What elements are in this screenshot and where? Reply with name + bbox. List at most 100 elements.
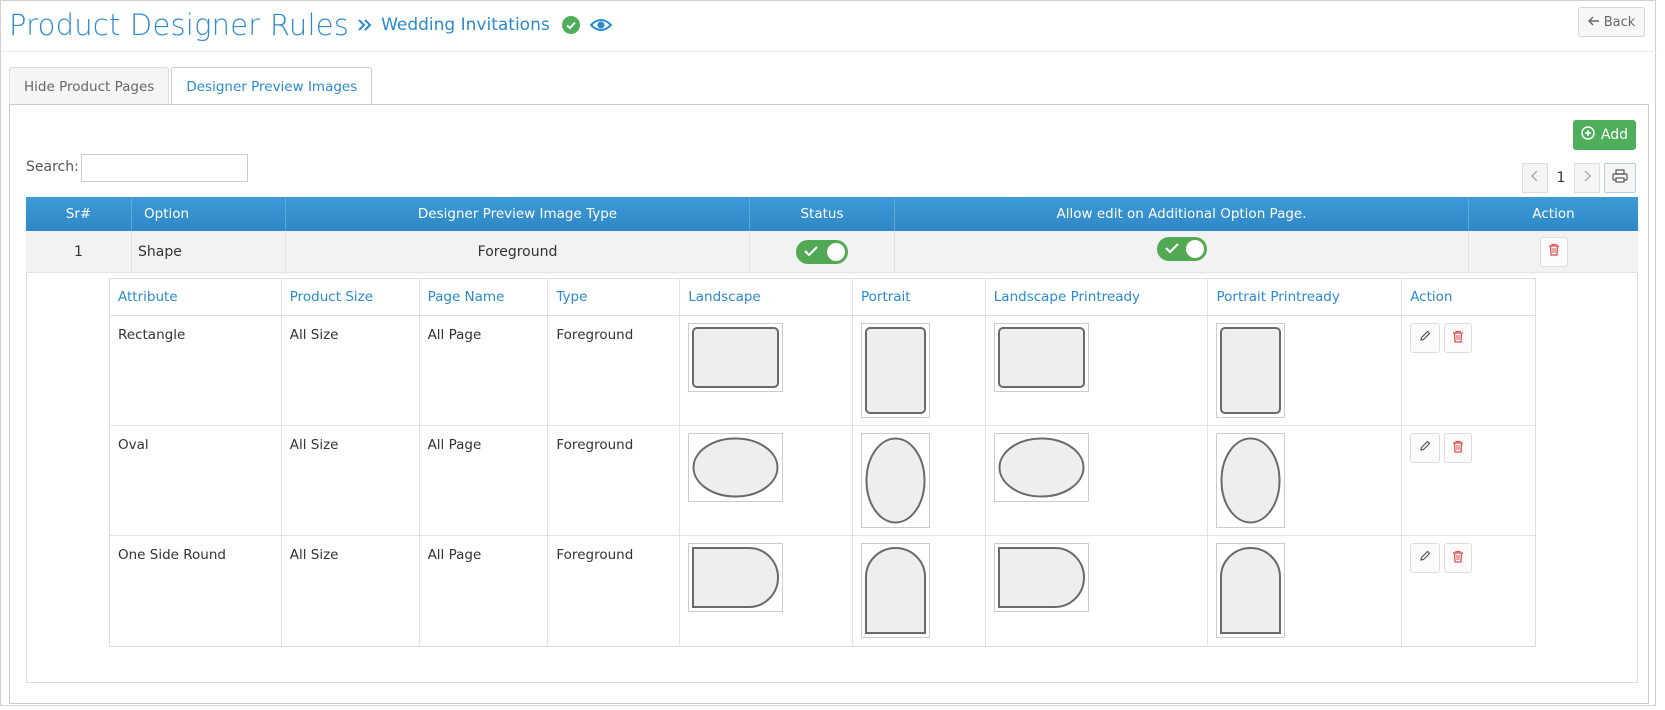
edit-button[interactable] [1410, 433, 1441, 463]
cell-landscape [680, 536, 853, 646]
col-allow-edit[interactable]: Allow edit on Additional Option Page. [895, 197, 1469, 231]
chevron-left-icon [1531, 170, 1539, 186]
col-preview-type[interactable]: Designer Preview Image Type [286, 197, 750, 231]
double-chevron-right-icon [357, 18, 373, 32]
page-number[interactable]: 1 [1548, 170, 1574, 186]
attribute-table: Attribute Product Size Page Name Type La… [109, 278, 1536, 647]
delete-button[interactable] [1444, 323, 1473, 353]
col-attribute[interactable]: Attribute [110, 279, 282, 315]
add-button[interactable]: Add [1573, 120, 1636, 150]
cell-landscape [680, 426, 853, 535]
portrait-preview-image[interactable] [860, 433, 930, 528]
tab-designer-preview-images[interactable]: Designer Preview Images [171, 67, 373, 106]
table-header: Sr# Option Designer Preview Image Type S… [26, 197, 1638, 231]
breadcrumb-product[interactable]: Wedding Invitations [381, 15, 550, 35]
table-row: Oval All Size All Page Foreground [110, 426, 1535, 536]
trash-icon [1452, 330, 1464, 347]
landscape-printready-image[interactable] [993, 433, 1089, 502]
cell-attribute: Rectangle [110, 316, 282, 425]
cell-landscape-printready [986, 536, 1209, 646]
trash-icon [1452, 550, 1464, 567]
status-toggle[interactable] [796, 239, 848, 264]
pencil-icon [1419, 330, 1431, 346]
tab-panel: Add Search: 1 Sr# Option Designer Previe… [9, 104, 1649, 704]
landscape-preview-image[interactable] [688, 543, 784, 612]
next-page-button[interactable] [1574, 163, 1600, 193]
landscape-preview-image[interactable] [688, 323, 784, 392]
row-detail: Attribute Product Size Page Name Type La… [26, 273, 1638, 683]
print-button[interactable] [1604, 163, 1636, 193]
chevron-right-icon [1583, 170, 1591, 186]
attribute-table-header: Attribute Product Size Page Name Type La… [110, 279, 1535, 316]
delete-button[interactable] [1539, 236, 1568, 267]
delete-button[interactable] [1444, 433, 1473, 463]
cell-portrait [853, 536, 986, 646]
portrait-preview-image[interactable] [860, 543, 930, 638]
prev-page-button[interactable] [1522, 163, 1548, 193]
landscape-printready-image[interactable] [993, 543, 1089, 612]
col-status[interactable]: Status [750, 197, 895, 231]
toggle-knob [1185, 240, 1204, 258]
tab-hide-product-pages[interactable]: Hide Product Pages [9, 67, 170, 105]
edit-button[interactable] [1410, 543, 1441, 573]
rules-table: Sr# Option Designer Preview Image Type S… [26, 197, 1638, 683]
allow-edit-toggle[interactable] [1156, 237, 1207, 261]
cell-portrait-printready [1208, 316, 1403, 425]
col-page-name[interactable]: Page Name [420, 279, 549, 315]
page-header: Product Designer Rules Wedding Invitatio… [9, 5, 612, 45]
col-type[interactable]: Type [548, 279, 681, 315]
back-button[interactable]: Back [1578, 7, 1645, 37]
pencil-icon [1419, 440, 1431, 456]
cell-type: Foreground [548, 536, 681, 646]
col-action: Action [1532, 206, 1575, 222]
table-row[interactable]: 1 Shape Foreground [26, 231, 1638, 273]
tab-bar: Hide Product Pages Designer Preview Imag… [9, 67, 374, 106]
search-label: Search: [26, 159, 79, 175]
col-sub-action[interactable]: Action [1402, 279, 1535, 315]
header-divider [1, 51, 1657, 52]
check-icon [1164, 242, 1179, 258]
cell-sub-action [1402, 426, 1535, 535]
cell-portrait-printready [1208, 426, 1403, 535]
col-landscape-printready[interactable]: Landscape Printready [986, 279, 1209, 315]
check-icon [804, 245, 818, 261]
plus-circle-icon [1581, 126, 1595, 144]
cell-sr: 1 [26, 231, 132, 272]
delete-button[interactable] [1444, 543, 1473, 573]
pagination: 1 [1522, 163, 1636, 193]
landscape-preview-image[interactable] [688, 433, 784, 502]
edit-button[interactable] [1410, 323, 1441, 353]
cell-page-name: All Page [420, 426, 549, 535]
col-product-size[interactable]: Product Size [282, 279, 420, 315]
portrait-printready-image[interactable] [1216, 323, 1286, 418]
cell-landscape-printready [986, 316, 1209, 425]
cell-product-size: All Size [282, 316, 420, 425]
col-landscape[interactable]: Landscape [680, 279, 853, 315]
cell-sub-action [1402, 316, 1535, 425]
portrait-printready-image[interactable] [1216, 543, 1286, 638]
cell-portrait [853, 316, 986, 425]
cell-landscape [680, 316, 853, 425]
landscape-printready-image[interactable] [993, 323, 1089, 392]
cell-landscape-printready [986, 426, 1209, 535]
cell-attribute: One Side Round [110, 536, 282, 646]
add-label: Add [1600, 127, 1629, 143]
printer-icon [1612, 169, 1628, 187]
cell-status [750, 231, 895, 272]
portrait-printready-image[interactable] [1216, 433, 1286, 528]
col-option[interactable]: Option [132, 197, 286, 231]
search-input[interactable] [81, 154, 248, 182]
cell-option: Shape [132, 231, 286, 272]
back-label: Back [1603, 14, 1636, 30]
cell-attribute: Oval [110, 426, 282, 535]
cell-type: Foreground [548, 426, 681, 535]
eye-icon[interactable] [589, 17, 612, 33]
col-portrait[interactable]: Portrait [853, 279, 986, 315]
trash-icon [1452, 440, 1464, 457]
col-sr[interactable]: Sr# [26, 197, 132, 231]
pencil-icon [1419, 550, 1431, 566]
portrait-preview-image[interactable] [860, 323, 930, 418]
cell-page-name: All Page [420, 316, 549, 425]
cell-type: Foreground [548, 316, 681, 425]
col-portrait-printready[interactable]: Portrait Printready [1208, 279, 1403, 315]
